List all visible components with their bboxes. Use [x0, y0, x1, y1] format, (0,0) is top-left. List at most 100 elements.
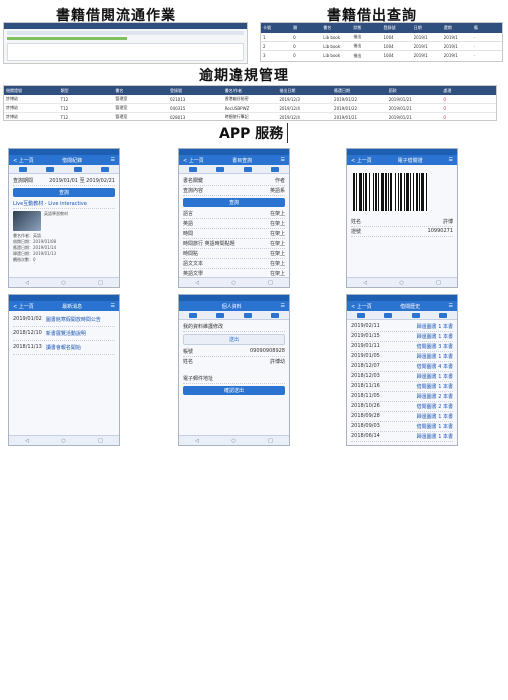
tab-icon[interactable] — [18, 166, 27, 172]
news-title[interactable]: 新書展覽活動說明 — [46, 330, 86, 337]
history-action[interactable]: 歸還圖書 1 本書 — [417, 373, 453, 380]
history-action[interactable]: 歸還圖書 1 本書 — [417, 353, 453, 360]
menu-icon[interactable]: ☰ — [281, 303, 285, 309]
prev-icon[interactable]: ◁ — [195, 438, 199, 444]
tab-icon[interactable] — [356, 312, 365, 318]
history-item[interactable]: 2018/12/03 歸還圖書 1 本書 — [351, 372, 453, 382]
home-icon[interactable]: ○ — [61, 280, 65, 286]
back-link[interactable]: < 上一頁 — [13, 157, 34, 164]
home-icon[interactable]: ○ — [399, 280, 403, 286]
history-item[interactable]: 2019/02/11 歸還圖書 1 本書 — [351, 322, 453, 332]
news-title[interactable]: 圖書館寒假開放時間公告 — [46, 316, 101, 323]
back-link[interactable]: < 上一頁 — [13, 303, 34, 310]
name-value[interactable]: 許博幼 — [270, 358, 285, 365]
back-link[interactable]: < 上一頁 — [351, 157, 372, 164]
prev-icon[interactable]: ◁ — [195, 280, 199, 286]
history-item[interactable]: 2018/11/05 歸還圖書 2 本書 — [351, 392, 453, 402]
news-item[interactable]: 2019/01/02 圖書館寒假開放時間公告 — [13, 313, 115, 327]
result-title[interactable]: 英語文學 — [183, 270, 203, 277]
result-title[interactable]: 語文文本 — [183, 260, 203, 267]
tab-icon[interactable] — [411, 312, 420, 318]
result-title[interactable]: 英語 — [183, 220, 193, 227]
result-item[interactable]: 時間旅行 英語時間點題 在架上 — [183, 239, 285, 249]
history-action[interactable]: 借閱圖書 1 本書 — [417, 423, 453, 430]
home-icon[interactable]: ○ — [231, 280, 235, 286]
tab-icon[interactable] — [188, 312, 197, 318]
history-action[interactable]: 歸還圖書 2 本書 — [417, 393, 453, 400]
tab-icon[interactable] — [384, 312, 393, 318]
history-item[interactable]: 2018/06/14 歸還圖書 1 本書 — [351, 432, 453, 442]
recent-icon[interactable]: □ — [268, 280, 273, 286]
tab-icon[interactable] — [271, 312, 280, 318]
table-row[interactable]: 許博幼 T12 管理室 028013 時間旅行筆記 2019/12/4 2019/01/21… — [4, 113, 496, 120]
result-item[interactable]: 時間點 在架上 — [183, 249, 285, 259]
result-title[interactable]: 時間 — [183, 230, 193, 237]
history-action[interactable]: 借閱圖書 4 本書 — [417, 363, 453, 370]
result-item[interactable]: 語言 在架上 — [183, 209, 285, 219]
result-item[interactable]: 英語 在架上 — [183, 219, 285, 229]
menu-icon[interactable]: ☰ — [449, 303, 453, 309]
prev-icon[interactable]: ◁ — [25, 438, 29, 444]
tab-icon[interactable] — [216, 166, 225, 172]
prev-icon[interactable]: ◁ — [363, 280, 367, 286]
account-value[interactable]: 09090908928 — [250, 348, 285, 355]
result-item[interactable]: 語文文本 在架上 — [183, 259, 285, 269]
submit-button[interactable]: 確認送出 — [183, 386, 285, 395]
recent-icon[interactable]: □ — [268, 438, 273, 444]
history-action[interactable]: 歸還圖書 1 本書 — [417, 323, 453, 330]
table-row[interactable]: 許博幼 T12 管理室 021013 香港幽谷秘密 2019/12/3 2019/01/22… — [4, 95, 496, 104]
tab-icon[interactable] — [216, 312, 225, 318]
prev-icon[interactable]: ◁ — [25, 280, 29, 286]
recent-icon[interactable]: □ — [98, 280, 103, 286]
history-action[interactable]: 歸還圖書 1 本書 — [417, 433, 453, 440]
history-action[interactable]: 歸還圖書 1 本書 — [417, 413, 453, 420]
back-link[interactable]: < 上一頁 — [351, 303, 372, 310]
history-item[interactable]: 2019/01/05 歸還圖書 1 本書 — [351, 352, 453, 362]
tab-icon[interactable] — [243, 166, 252, 172]
history-action[interactable]: 借閱圖書 3 本書 — [417, 343, 453, 350]
date-value[interactable]: 2019/01/01 至 2019/02/21 — [49, 177, 115, 184]
result-title[interactable]: 語言 — [183, 210, 193, 217]
history-item[interactable]: 2018/09/03 借閱圖書 1 本書 — [351, 422, 453, 432]
result-title[interactable]: 時間旅行 英語時間點題 — [183, 240, 235, 247]
home-icon[interactable]: ○ — [61, 438, 65, 444]
history-item[interactable]: 2018/11/16 借閱圖書 1 本書 — [351, 382, 453, 392]
recent-icon[interactable]: □ — [98, 438, 103, 444]
menu-icon[interactable]: ☰ — [111, 157, 115, 163]
news-item[interactable]: 2018/11/13 讀書會報名開始 — [13, 341, 115, 355]
tab-icon[interactable] — [439, 312, 448, 318]
book-title[interactable]: Live互動教材 - Live interactive — [13, 199, 115, 209]
history-action[interactable]: 歸還圖書 1 本書 — [417, 333, 453, 340]
history-item[interactable]: 2018/09/28 歸還圖書 1 本書 — [351, 412, 453, 422]
query-button[interactable]: 查詢 — [13, 188, 115, 197]
recent-icon[interactable]: □ — [436, 280, 441, 286]
tab-icon[interactable] — [271, 166, 280, 172]
menu-icon[interactable]: ☰ — [111, 303, 115, 309]
history-item[interactable]: 2018/12/07 借閱圖書 4 本書 — [351, 362, 453, 372]
tab-icon[interactable] — [188, 166, 197, 172]
result-item[interactable]: 時間 在架上 — [183, 229, 285, 239]
history-action[interactable]: 借閱圖書 1 本書 — [417, 383, 453, 390]
tab-icon[interactable] — [101, 166, 110, 172]
form-row[interactable]: 查詢內容 英語系 — [183, 186, 285, 196]
form-value[interactable]: 英語系 — [270, 187, 285, 194]
form-row[interactable]: 書名關鍵 作者 — [183, 176, 285, 186]
result-title[interactable]: 時間點 — [183, 250, 198, 257]
news-item[interactable]: 2018/12/10 新書展覽活動說明 — [13, 327, 115, 341]
tab-icon[interactable] — [73, 166, 82, 172]
history-item[interactable]: 2018/10/26 借閱圖書 2 本書 — [351, 402, 453, 412]
tab-icon[interactable] — [243, 312, 252, 318]
menu-icon[interactable]: ☰ — [449, 157, 453, 163]
history-item[interactable]: 2019/01/15 歸還圖書 1 本書 — [351, 332, 453, 342]
send-button[interactable]: 送出 — [183, 334, 285, 345]
menu-icon[interactable]: ☰ — [281, 157, 285, 163]
history-item[interactable]: 2019/01/11 借閱圖書 3 本書 — [351, 342, 453, 352]
form-value[interactable]: 作者 — [275, 177, 285, 184]
news-title[interactable]: 讀書會報名開始 — [46, 344, 81, 351]
query-button[interactable]: 查詢 — [183, 198, 285, 207]
back-link[interactable]: < 上一頁 — [183, 157, 204, 164]
table-row[interactable]: 許博幼 T12 管理室 040315 RecUSBPWZ 2019/12/4 2019/01… — [4, 104, 496, 113]
history-action[interactable]: 借閱圖書 2 本書 — [417, 403, 453, 410]
home-icon[interactable]: ○ — [231, 438, 235, 444]
tab-icon[interactable] — [46, 166, 55, 172]
